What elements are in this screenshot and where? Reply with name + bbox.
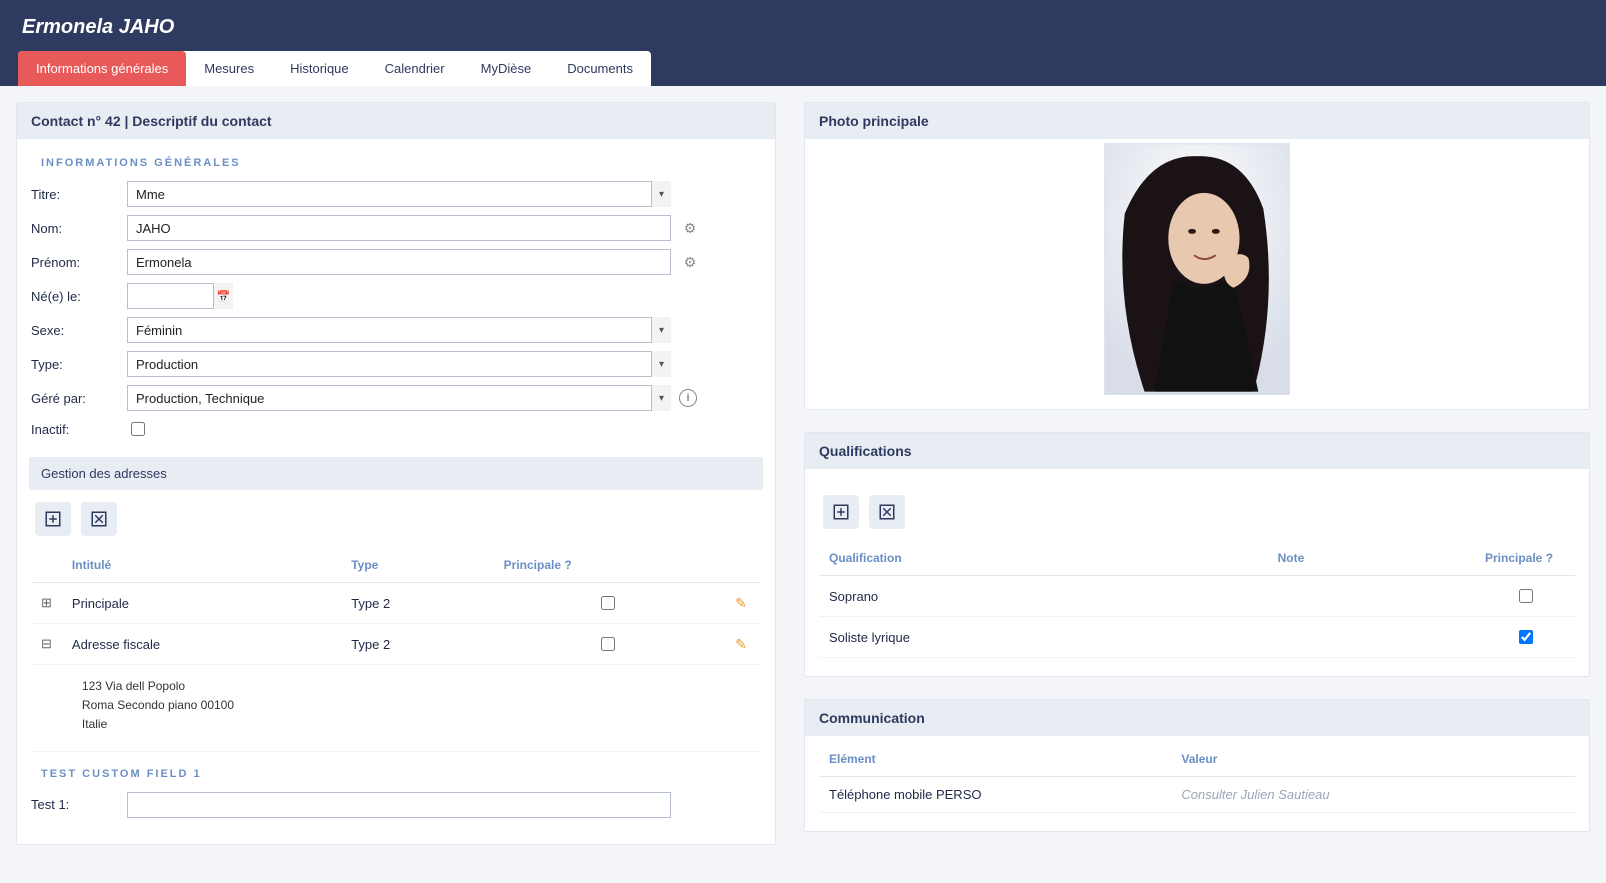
titre-label: Titre: [31,187,127,202]
cell-type: Type 2 [341,624,493,665]
nom-input[interactable] [127,215,671,241]
cell-qualification: Soliste lyrique [819,617,1268,658]
contact-photo[interactable] [1104,143,1290,395]
edit-icon[interactable]: ✎ [735,636,747,652]
add-button[interactable] [823,495,859,529]
communication-table: Elément Valeur Téléphone mobile PERSO Co… [819,742,1575,813]
contact-panel: Contact n° 42 | Descriptif du contact IN… [16,102,776,845]
edit-icon[interactable]: ✎ [735,595,747,611]
photo-panel: Photo principale [804,102,1590,410]
test1-input[interactable] [127,792,671,818]
photo-panel-header: Photo principale [805,103,1589,139]
cell-element: Téléphone mobile PERSO [819,777,1171,813]
table-row[interactable]: Téléphone mobile PERSO Consulter Julien … [819,777,1575,813]
qualifications-panel: Qualifications Qualification Note [804,432,1590,677]
table-row[interactable]: Soprano [819,576,1575,617]
tab-informations-generales[interactable]: Informations générales [18,51,186,86]
table-row[interactable]: ⊟ Adresse fiscale Type 2 ✎ [31,624,761,665]
addresses-header: Gestion des adresses [29,457,763,490]
section-custom-field: TEST CUSTOM FIELD 1 [41,768,761,780]
communication-panel: Communication Elément Valeur Téléphone m [804,699,1590,832]
test1-label: Test 1: [31,797,127,812]
collapse-icon[interactable]: ⊟ [31,624,62,665]
prenom-label: Prénom: [31,255,127,270]
cell-principale-checkbox[interactable] [601,637,615,651]
info-icon[interactable]: i [679,389,697,407]
type-select[interactable] [127,351,671,377]
cell-principale-checkbox[interactable] [1519,589,1533,603]
titre-select[interactable] [127,181,671,207]
tab-mesures[interactable]: Mesures [186,51,272,86]
type-label: Type: [31,357,127,372]
address-details: 123 Via dell Popolo Roma Secondo piano 0… [72,675,751,741]
col-principale[interactable]: Principale ? [494,548,721,583]
sexe-label: Sexe: [31,323,127,338]
addresses-table: Intitulé Type Principale ? ⊞ Principale … [31,548,761,752]
cell-principale-checkbox[interactable] [601,596,615,610]
sexe-select[interactable] [127,317,671,343]
col-type[interactable]: Type [341,548,493,583]
tab-historique[interactable]: Historique [272,51,367,86]
qualifications-header: Qualifications [805,433,1589,469]
prenom-input[interactable] [127,249,671,275]
col-qualification[interactable]: Qualification [819,541,1268,576]
gere-select[interactable] [127,385,671,411]
col-principale[interactable]: Principale ? [1475,541,1575,576]
contact-panel-header: Contact n° 42 | Descriptif du contact [17,103,775,139]
table-row[interactable]: ⊞ Principale Type 2 ✎ [31,583,761,624]
cell-principale-checkbox[interactable] [1519,630,1533,644]
cell-type: Type 2 [341,583,493,624]
tab-documents[interactable]: Documents [549,51,651,86]
gear-icon[interactable]: ⚙ [679,251,701,273]
ne-date-input[interactable] [127,283,233,309]
inactif-checkbox[interactable] [131,422,145,436]
cell-intitule: Principale [62,583,341,624]
delete-button[interactable] [81,502,117,536]
ne-label: Né(e) le: [31,289,127,304]
table-row[interactable]: Soliste lyrique [819,617,1575,658]
gear-icon[interactable]: ⚙ [679,217,701,239]
col-element[interactable]: Elément [819,742,1171,777]
cell-qualification: Soprano [819,576,1268,617]
inactif-label: Inactif: [31,422,127,437]
cell-note [1268,576,1475,617]
add-button[interactable] [35,502,71,536]
delete-button[interactable] [869,495,905,529]
gere-label: Géré par: [31,391,127,406]
col-intitule[interactable]: Intitulé [62,548,341,583]
tab-bar: Informations générales Mesures Historiqu… [18,51,651,86]
cell-valeur: Consulter Julien Sautieau [1171,777,1515,813]
expand-icon[interactable]: ⊞ [31,583,62,624]
col-valeur[interactable]: Valeur [1171,742,1515,777]
section-informations-generales: INFORMATIONS GÉNÉRALES [41,157,761,169]
page-title: Ermonela JAHO [18,0,1588,51]
qualifications-table: Qualification Note Principale ? Soprano [819,541,1575,658]
tab-calendrier[interactable]: Calendrier [367,51,463,86]
col-note[interactable]: Note [1268,541,1475,576]
communication-header: Communication [805,700,1589,736]
nom-label: Nom: [31,221,127,236]
tab-mydiese[interactable]: MyDièse [463,51,550,86]
cell-note [1268,617,1475,658]
cell-intitule: Adresse fiscale [62,624,341,665]
